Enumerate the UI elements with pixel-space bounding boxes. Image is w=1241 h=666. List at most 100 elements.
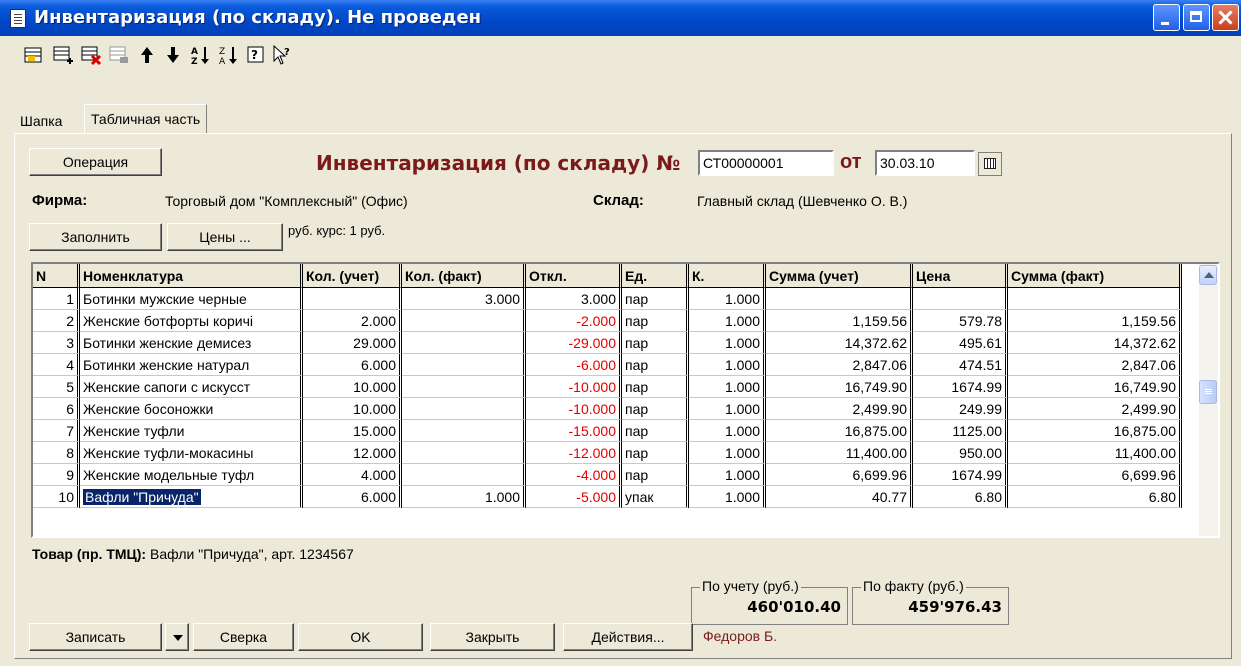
deviation-cell[interactable]: -29.000	[526, 332, 622, 354]
sum-account-cell[interactable]: 14,372.62	[766, 332, 913, 354]
item-name-cell[interactable]: Женские сапоги с искусст	[80, 376, 303, 398]
table-row[interactable]: 8 Женские туфли-мокасины 12.000 -12.000 пар 1…	[33, 442, 1182, 464]
row-number-cell[interactable]: 2	[33, 310, 80, 332]
table-row[interactable]: 2 Женские ботфорты коричі 2.000 -2.000 пар 1.…	[33, 310, 1182, 332]
qty-account-cell[interactable]: 6.000	[303, 486, 402, 508]
table-row[interactable]: 5 Женские сапоги с искусст 10.000 -10.000 па…	[33, 376, 1182, 398]
sum-account-cell[interactable]: 2,847.06	[766, 354, 913, 376]
scroll-thumb[interactable]	[1199, 380, 1217, 404]
deviation-cell[interactable]: -12.000	[526, 442, 622, 464]
qty-account-cell[interactable]	[303, 288, 402, 310]
unit-cell[interactable]: пар	[622, 376, 689, 398]
table-row[interactable]: 10 Вафли "Причуда" 6.000 1.000 -5.000 упак 1.0…	[33, 486, 1182, 508]
inventory-table[interactable]: N Номенклатура Кол. (учет) Кол. (факт) О…	[31, 262, 1220, 538]
deviation-cell[interactable]: -15.000	[526, 420, 622, 442]
sum-account-cell[interactable]: 11,400.00	[766, 442, 913, 464]
qty-account-cell[interactable]: 4.000	[303, 464, 402, 486]
tab-header[interactable]: Шапка	[14, 110, 68, 132]
deviation-cell[interactable]: -2.000	[526, 310, 622, 332]
item-name-cell[interactable]: Ботинки мужские черные	[80, 288, 303, 310]
sum-account-cell[interactable]: 1,159.56	[766, 310, 913, 332]
sum-account-cell[interactable]: 16,875.00	[766, 420, 913, 442]
sum-fact-cell[interactable]: 6,699.96	[1008, 464, 1182, 486]
item-name-cell[interactable]: Ботинки женские демисез	[80, 332, 303, 354]
row-number-cell[interactable]: 1	[33, 288, 80, 310]
edit-row-icon[interactable]	[108, 44, 130, 66]
coefficient-cell[interactable]: 1.000	[689, 486, 766, 508]
coefficient-cell[interactable]: 1.000	[689, 288, 766, 310]
row-number-cell[interactable]: 10	[33, 486, 80, 508]
vertical-scrollbar[interactable]	[1199, 264, 1218, 536]
coefficient-cell[interactable]: 1.000	[689, 442, 766, 464]
price-cell[interactable]: 495.61	[913, 332, 1008, 354]
sort-descending-icon[interactable]: ZA	[218, 44, 240, 66]
qty-account-cell[interactable]: 2.000	[303, 310, 402, 332]
sum-account-cell[interactable]: 2,499.90	[766, 398, 913, 420]
price-cell[interactable]: 1125.00	[913, 420, 1008, 442]
price-cell[interactable]: 6.80	[913, 486, 1008, 508]
title-bar[interactable]: Инвентаризация (по складу). Не проведен	[0, 0, 1241, 36]
move-up-icon[interactable]	[136, 44, 158, 66]
minimize-button[interactable]	[1153, 4, 1180, 31]
close-window-button[interactable]	[1212, 4, 1239, 31]
sum-fact-cell[interactable]: 16,875.00	[1008, 420, 1182, 442]
qty-account-cell[interactable]: 10.000	[303, 376, 402, 398]
sum-fact-cell[interactable]: 6.80	[1008, 486, 1182, 508]
unit-cell[interactable]: пар	[622, 332, 689, 354]
sum-fact-cell[interactable]	[1008, 288, 1182, 310]
table-row[interactable]: 7 Женские туфли 15.000 -15.000 пар 1.000 16,87…	[33, 420, 1182, 442]
deviation-cell[interactable]: -5.000	[526, 486, 622, 508]
column-header[interactable]: Цена	[913, 264, 1008, 288]
unit-cell[interactable]: пар	[622, 442, 689, 464]
sum-fact-cell[interactable]: 14,372.62	[1008, 332, 1182, 354]
row-number-cell[interactable]: 8	[33, 442, 80, 464]
column-header[interactable]: Кол. (факт)	[402, 264, 526, 288]
add-row-icon[interactable]	[52, 44, 74, 66]
delete-row-icon[interactable]	[80, 44, 102, 66]
actions-button[interactable]: Действия...	[563, 623, 693, 651]
qty-account-cell[interactable]: 12.000	[303, 442, 402, 464]
document-number-field[interactable]: СТ00000001	[698, 150, 834, 176]
qty-fact-cell[interactable]: 3.000	[402, 288, 526, 310]
sum-fact-cell[interactable]: 2,847.06	[1008, 354, 1182, 376]
prices-button[interactable]: Цены ...	[167, 223, 283, 251]
row-number-cell[interactable]: 5	[33, 376, 80, 398]
column-header[interactable]: N	[33, 264, 80, 288]
item-name-cell[interactable]: Женские ботфорты коричі	[80, 310, 303, 332]
move-down-icon[interactable]	[162, 44, 184, 66]
row-number-cell[interactable]: 3	[33, 332, 80, 354]
coefficient-cell[interactable]: 1.000	[689, 310, 766, 332]
column-header[interactable]: Откл.	[526, 264, 622, 288]
row-number-cell[interactable]: 9	[33, 464, 80, 486]
qty-fact-cell[interactable]	[402, 332, 526, 354]
document-date-field[interactable]: 30.03.10	[875, 150, 975, 176]
qty-fact-cell[interactable]	[402, 376, 526, 398]
item-name-cell[interactable]: Женские туфли	[80, 420, 303, 442]
qty-fact-cell[interactable]	[402, 442, 526, 464]
sum-fact-cell[interactable]: 11,400.00	[1008, 442, 1182, 464]
ok-button[interactable]: OK	[298, 623, 423, 651]
coefficient-cell[interactable]: 1.000	[689, 464, 766, 486]
item-name-cell[interactable]: Ботинки женские натурал	[80, 354, 303, 376]
qty-account-cell[interactable]: 6.000	[303, 354, 402, 376]
verify-button[interactable]: Сверка	[193, 623, 294, 651]
sum-fact-cell[interactable]: 1,159.56	[1008, 310, 1182, 332]
item-name-cell[interactable]: Вафли "Причуда"	[80, 486, 303, 508]
calendar-icon[interactable]	[978, 152, 1002, 176]
price-cell[interactable]: 1674.99	[913, 464, 1008, 486]
column-header[interactable]: Сумма (учет)	[766, 264, 913, 288]
help-icon[interactable]: ?	[245, 44, 267, 66]
sum-account-cell[interactable]: 16,749.90	[766, 376, 913, 398]
context-help-icon[interactable]: ?	[271, 44, 293, 66]
deviation-cell[interactable]: 3.000	[526, 288, 622, 310]
column-header[interactable]: Номенклатура	[80, 264, 303, 288]
qty-fact-cell[interactable]	[402, 464, 526, 486]
item-name-cell[interactable]: Женские модельные туфл	[80, 464, 303, 486]
coefficient-cell[interactable]: 1.000	[689, 354, 766, 376]
price-cell[interactable]: 249.99	[913, 398, 1008, 420]
qty-fact-cell[interactable]	[402, 354, 526, 376]
sum-account-cell[interactable]: 40.77	[766, 486, 913, 508]
column-header[interactable]: Ед.	[622, 264, 689, 288]
unit-cell[interactable]: пар	[622, 354, 689, 376]
new-row-icon[interactable]	[22, 44, 44, 66]
